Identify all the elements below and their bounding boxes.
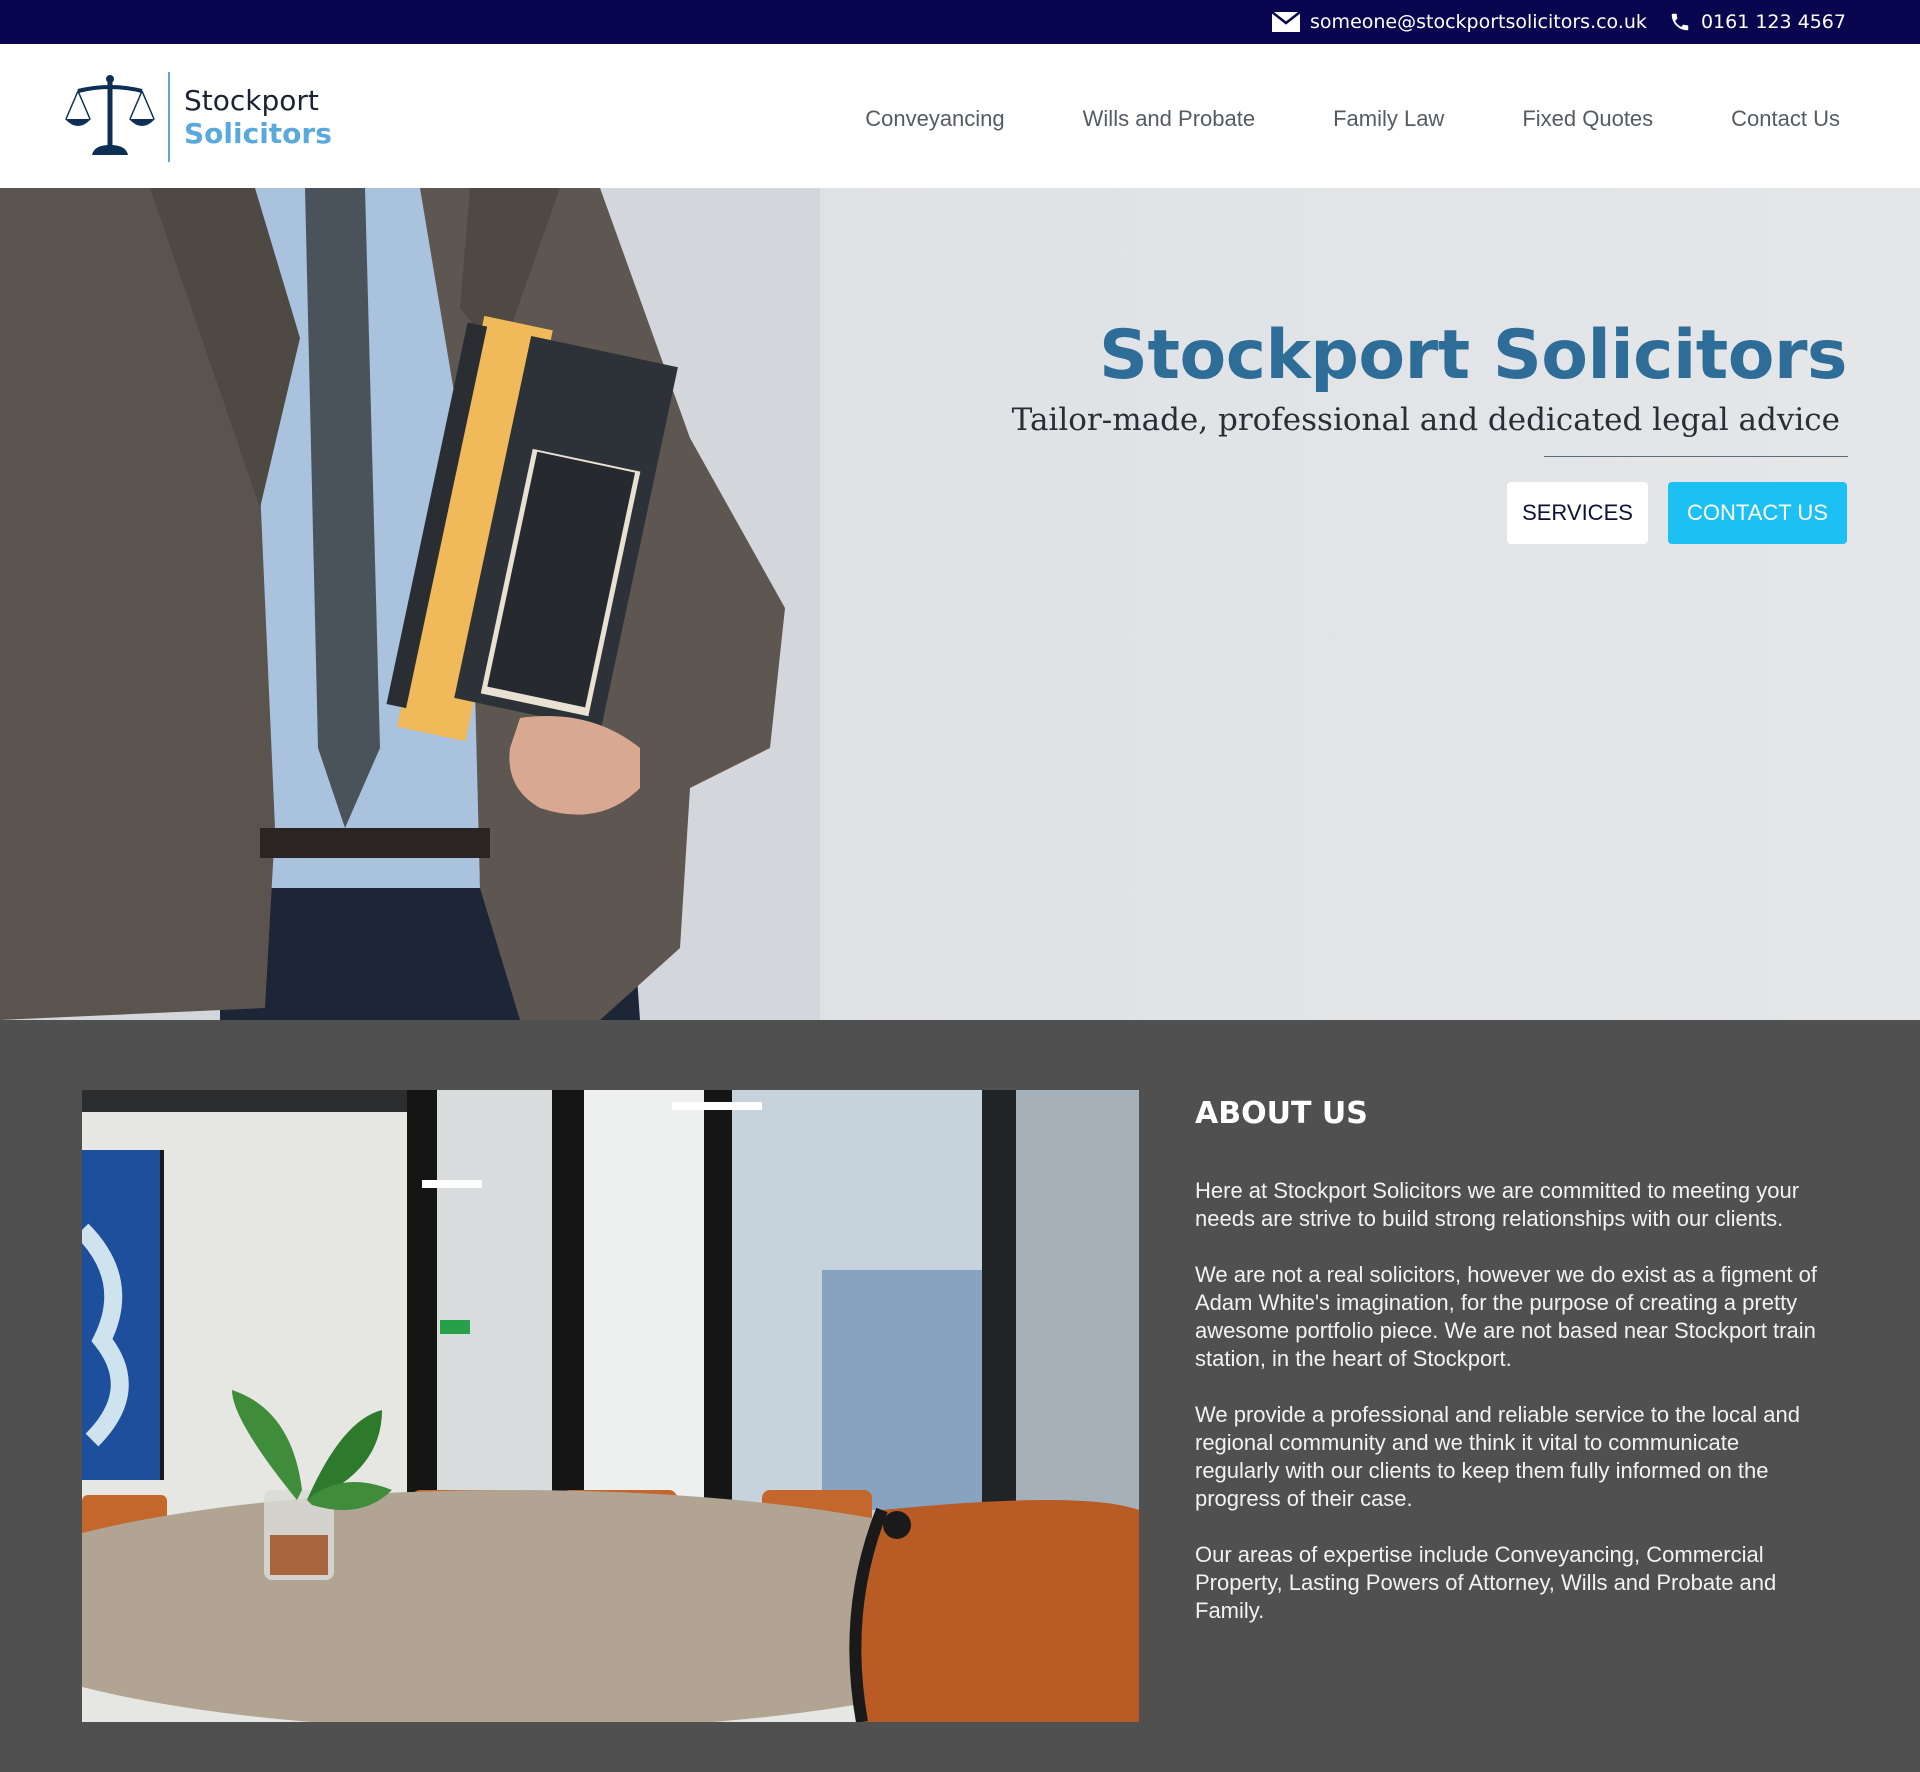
hero-banner: Stockport Solicitors Tailor-made, profes…: [0, 188, 1920, 1020]
contact-us-button[interactable]: CONTACT US: [1668, 482, 1847, 544]
nav-item-wills-and-probate[interactable]: Wills and Probate: [1083, 106, 1255, 132]
phone-contact[interactable]: 0161 123 4567: [1669, 11, 1846, 33]
services-button[interactable]: SERVICES: [1507, 482, 1648, 544]
hero-subtitle: Tailor-made, professional and dedicated …: [1011, 402, 1840, 438]
main-navigation: Conveyancing Wills and Probate Family La…: [865, 106, 1840, 132]
about-paragraph: We provide a professional and reliable s…: [1195, 1402, 1800, 1511]
phone-text[interactable]: 0161 123 4567: [1701, 11, 1846, 33]
logo-line-stockport: Stockport: [184, 84, 319, 117]
logo-divider: [168, 72, 170, 162]
logo-line-solicitors: Solicitors: [184, 117, 332, 150]
about-section: ABOUT US Here at Stockport Solicitors we…: [0, 1020, 1920, 1772]
hero-businessman-photo: [0, 188, 820, 1020]
phone-icon: [1669, 11, 1691, 33]
about-paragraph: Here at Stockport Solicitors we are comm…: [1195, 1178, 1800, 1231]
envelope-icon: [1272, 12, 1301, 32]
top-contact-bar: someone@stockportsolicitors.co.uk 0161 1…: [0, 0, 1920, 44]
site-header: Stockport Solicitors Conveyancing Wills …: [0, 44, 1920, 188]
hero-buttons: SERVICES CONTACT US: [1507, 482, 1847, 544]
about-paragraph: Our areas of expertise include Conveyanc…: [1195, 1542, 1777, 1623]
logo-wordmark: Stockport Solicitors: [184, 84, 332, 150]
nav-item-conveyancing[interactable]: Conveyancing: [865, 106, 1004, 132]
nav-item-contact-us[interactable]: Contact Us: [1731, 106, 1840, 132]
hero-divider: [1544, 456, 1848, 457]
email-text[interactable]: someone@stockportsolicitors.co.uk: [1310, 11, 1647, 33]
about-text: ABOUT US Here at Stockport Solicitors we…: [1195, 1096, 1825, 1653]
about-paragraph: We are not a real solicitors, however we…: [1195, 1262, 1817, 1371]
meeting-room-photo: [82, 1090, 1139, 1722]
nav-item-fixed-quotes[interactable]: Fixed Quotes: [1522, 106, 1653, 132]
hero-title: Stockport Solicitors: [1099, 316, 1848, 395]
about-heading: ABOUT US: [1195, 1096, 1368, 1131]
nav-item-family-law[interactable]: Family Law: [1333, 106, 1444, 132]
email-contact[interactable]: someone@stockportsolicitors.co.uk: [1272, 11, 1647, 33]
site-logo[interactable]: Stockport Solicitors: [64, 72, 332, 162]
scales-of-justice-icon: [64, 69, 156, 165]
